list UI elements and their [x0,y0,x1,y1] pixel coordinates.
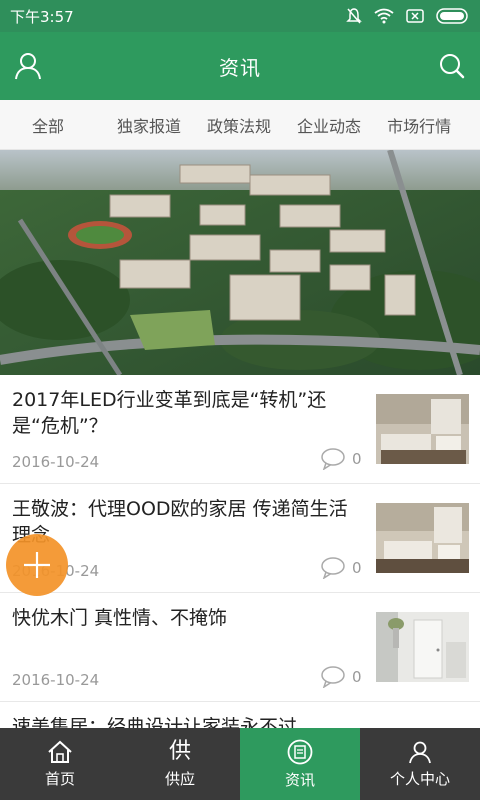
comment-icon [321,557,345,579]
mute-icon [346,8,362,24]
nav-home[interactable]: 首页 [0,728,120,800]
sim-icon [406,9,424,23]
nav-profile[interactable]: 个人中心 [360,728,480,800]
news-item[interactable]: 快优木门 真性情、不掩饰 2016-10-24 0 [0,593,480,702]
nav-supply[interactable]: 供 供应 [120,728,240,800]
banner-illustration [0,150,480,375]
news-item[interactable]: 2017年LED行业变革到底是“转机”还是“危机”？ 2016-10-24 0 [0,375,480,484]
news-title: 王敬波：代理OOD欧的家居 传递简生活理念 [12,498,348,546]
status-bar: 下午3:57 [0,0,480,32]
nav-label: 个人中心 [389,769,450,788]
status-time: 下午3:57 [10,7,74,26]
nav-label: 首页 [44,769,75,788]
news-comments: 0 [320,557,362,579]
nav-label: 供应 [164,769,195,788]
news-item[interactable]: 王敬波：代理OOD欧的家居 传递简生活理念 2016-10-24 0 [0,484,480,593]
app-header: 资讯 [0,32,480,100]
tab-all[interactable]: 全部 [0,113,104,137]
plus-icon [24,552,50,578]
battery-icon [436,8,468,24]
news-icon [287,739,313,764]
page-title: 资讯 [219,55,261,80]
screen: 下午3:57 资讯 全部 独家报道 政策法规 企业动态 市场行情 2017年LE… [0,0,480,800]
tab-market[interactable]: 市场行情 [374,113,464,137]
search-button[interactable] [436,50,468,82]
comment-count: 0 [352,450,362,468]
news-title: 快优木门 真性情、不掩饰 [12,607,228,629]
banner-image[interactable] [0,150,480,375]
user-icon [15,53,41,80]
tab-company-news[interactable]: 企业动态 [284,113,374,137]
category-tabs: 全部 独家报道 政策法规 企业动态 市场行情 [0,100,480,150]
news-date: 2016-10-24 [12,671,100,689]
wifi-icon [374,8,394,24]
news-comments: 0 [320,666,362,688]
supply-icon: 供 [168,738,191,764]
bottom-nav: 首页 供 供应 资讯 个人中心 [0,728,480,800]
nav-news[interactable]: 资讯 [240,728,360,800]
profile-button[interactable] [12,50,44,82]
user-icon [409,741,431,763]
search-icon [440,54,465,79]
comment-icon [321,666,345,688]
comment-count: 0 [352,559,362,577]
news-comments: 0 [320,448,362,470]
nav-label: 资讯 [284,770,315,789]
news-title: 2017年LED行业变革到底是“转机”还是“危机”？ [12,389,327,437]
news-date: 2016-10-24 [12,453,100,471]
tab-exclusive[interactable]: 独家报道 [104,113,194,137]
status-icons [346,7,470,25]
tab-policy[interactable]: 政策法规 [194,113,284,137]
add-button[interactable] [6,534,68,596]
news-thumbnail [376,503,469,573]
home-icon [48,740,72,763]
comment-icon [321,448,345,470]
comment-count: 0 [352,668,362,686]
news-thumbnail [376,612,469,682]
news-thumbnail [376,394,469,464]
